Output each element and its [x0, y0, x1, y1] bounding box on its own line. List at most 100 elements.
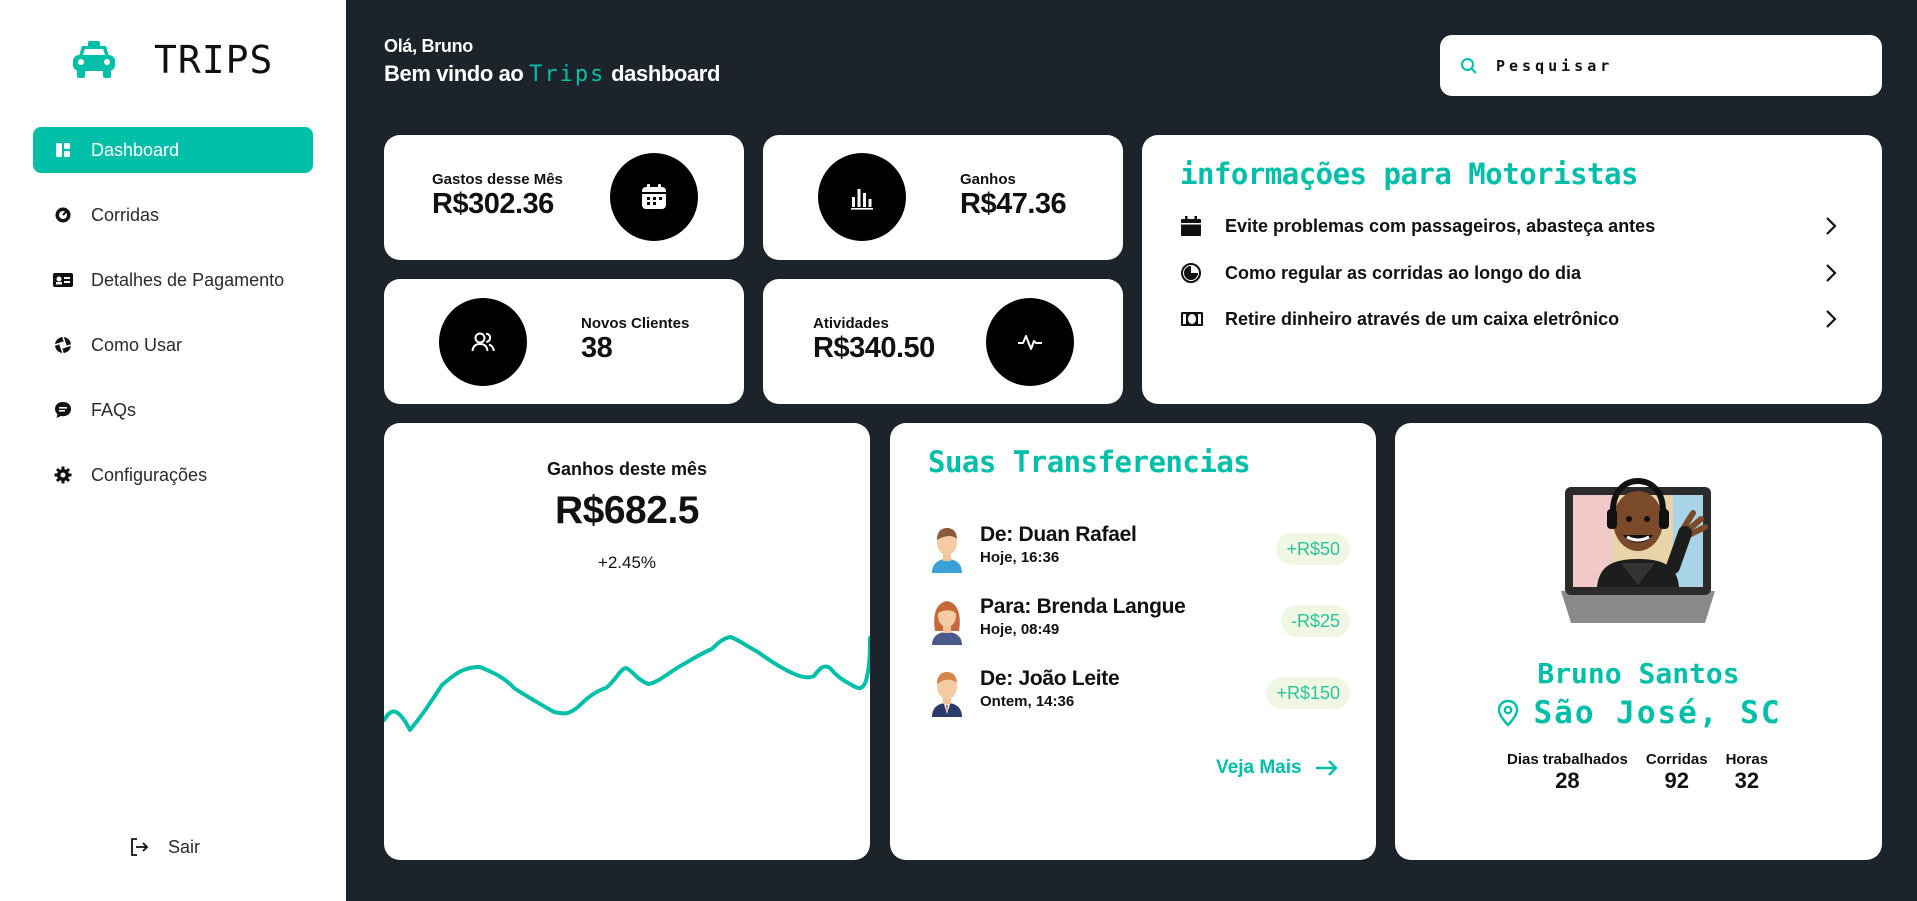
taxi-icon — [73, 41, 115, 78]
stat-label: Novos Clientes — [581, 315, 690, 332]
transfer-row[interactable]: De: Duan Rafael Hoje, 16:36 +R$50 — [926, 523, 1350, 573]
profile-stat: Dias trabalhados 28 — [1507, 751, 1628, 794]
sidebar-item-dashboard[interactable]: Dashboard — [33, 127, 313, 173]
stat-label: Gastos desse Mês — [432, 171, 563, 188]
brand[interactable]: TRIPS — [70, 38, 273, 82]
profile-stat-label: Dias trabalhados — [1507, 751, 1628, 768]
stat-value: R$47.36 — [960, 188, 1067, 220]
sidebar-item-label: Como Usar — [91, 334, 183, 355]
sidebar-item-faqs[interactable]: FAQs — [33, 387, 313, 433]
speedometer-icon — [53, 205, 73, 225]
welcome-suffix: dashboard — [611, 61, 720, 86]
greeting-welcome: Bem vindo ao Trips dashboard — [384, 61, 720, 87]
transfer-row[interactable]: Para: Brenda Langue Hoje, 08:49 -R$25 — [926, 595, 1350, 645]
greeting: Olá, Bruno Bem vindo ao Trips dashboard — [384, 36, 720, 87]
stat-text: Atividades R$340.50 — [813, 315, 935, 365]
sidebar-nav: Dashboard Corridas Detalhes de Pagamento… — [33, 127, 313, 517]
transfer-amount: +R$50 — [1276, 533, 1350, 565]
chevron-right-icon — [1826, 264, 1837, 282]
transfer-row[interactable]: De: João Leite Ontem, 14:36 +R$150 — [926, 667, 1350, 717]
info-item[interactable]: Evite problemas com passageiros, abasteç… — [1180, 211, 1840, 241]
profile-card: Bruno Santos São José, SC Dias trabalhad… — [1395, 423, 1882, 860]
greeting-hello: Olá, Bruno — [384, 36, 474, 56]
transfer-amount: -R$25 — [1280, 605, 1350, 637]
profile-stat: Corridas 92 — [1646, 751, 1708, 794]
search-icon — [1461, 57, 1477, 74]
id-card-icon — [53, 270, 73, 290]
earnings-change: +2.45% — [597, 553, 657, 572]
transfer-amount: +R$150 — [1266, 677, 1350, 709]
activity-icon — [1018, 335, 1042, 350]
info-item-text: Evite problemas com passageiros, abasteç… — [1225, 215, 1656, 236]
transfer-name: Para: Brenda Langue — [980, 595, 1186, 618]
transfer-name: De: Duan Rafael — [980, 523, 1137, 546]
transfer-time: Hoje, 08:49 — [980, 621, 1060, 638]
info-item[interactable]: Como regular as corridas ao longo do dia — [1180, 258, 1840, 288]
aperture-icon — [53, 335, 73, 355]
activity-circle — [986, 298, 1074, 386]
arrow-right-icon — [1315, 760, 1338, 776]
info-item-text: Como regular as corridas ao longo do dia — [1225, 262, 1582, 283]
stat-card-ganhos: Ganhos R$47.36 — [763, 135, 1123, 260]
avatar — [932, 601, 962, 645]
driver-info-title: informações para Motoristas — [1180, 157, 1638, 191]
profile-stat: Horas 32 — [1726, 751, 1769, 794]
stat-label: Atividades — [813, 315, 889, 332]
stat-text: Novos Clientes 38 — [581, 315, 689, 365]
info-item-text: Retire dinheiro através de um caixa elet… — [1225, 308, 1620, 329]
stat-label: Ganhos — [960, 171, 1016, 188]
transfer-time: Ontem, 14:36 — [980, 693, 1075, 710]
earnings-title: Ganhos deste mês — [546, 459, 708, 479]
avatar — [932, 672, 962, 717]
search-bar[interactable] — [1440, 35, 1882, 96]
calendar-icon — [1180, 214, 1204, 238]
transfers-card: Suas Transferencias De: Duan Rafael Hoje… — [890, 423, 1376, 860]
earnings-sparkline-line — [384, 635, 870, 732]
stat-text: Ganhos R$47.36 — [960, 171, 1067, 221]
earnings-card: Ganhos deste mês R$682.5 +2.45% — [384, 423, 870, 860]
sidebar-item-detalhes-pagamento[interactable]: Detalhes de Pagamento — [33, 257, 313, 303]
sidebar-item-label: Detalhes de Pagamento — [91, 269, 285, 290]
stat-card-atividades: Atividades R$340.50 — [763, 279, 1123, 404]
users-icon — [471, 332, 495, 352]
profile-stat-value: 92 — [1664, 768, 1689, 793]
search-input[interactable] — [1496, 56, 1856, 75]
welcome-prefix: Bem vindo ao — [384, 61, 524, 86]
sidebar-item-configuracoes[interactable]: Configurações — [33, 452, 313, 498]
sidebar-item-label: Configurações — [91, 464, 208, 485]
info-item[interactable]: Retire dinheiro através de um caixa elet… — [1180, 304, 1840, 334]
users-circle — [439, 298, 527, 386]
sidebar-item-como-usar[interactable]: Como Usar — [33, 322, 313, 368]
profile-stat-value: 28 — [1555, 768, 1580, 793]
location-pin-icon — [1497, 699, 1518, 727]
welcome-accent: Trips — [529, 62, 606, 87]
bar-chart-circle — [818, 153, 906, 241]
logout-label: Sair — [168, 836, 201, 857]
dashboard-icon — [53, 140, 73, 160]
stat-card-gastos: Gastos desse Mês R$302.36 — [384, 135, 744, 260]
earnings-amount: R$682.5 — [555, 489, 699, 532]
sidebar: TRIPS Dashboard Corridas Detalhes de Pag… — [0, 0, 346, 901]
logout-icon — [131, 838, 149, 856]
clock-icon — [1180, 261, 1204, 285]
brand-name: TRIPS — [154, 38, 274, 82]
transfers-title: Suas Transferencias — [928, 445, 1251, 479]
transfer-name: De: João Leite — [980, 667, 1120, 690]
driver-info-card: informações para Motoristas Evite proble… — [1142, 135, 1882, 404]
gear-icon — [53, 465, 73, 485]
sidebar-item-corridas[interactable]: Corridas — [33, 192, 313, 238]
profile-stat-value: 32 — [1734, 768, 1760, 793]
profile-stat-label: Corridas — [1645, 751, 1708, 768]
bar-chart-icon — [851, 189, 873, 210]
logout-button[interactable]: Sair — [128, 836, 200, 858]
see-more-label: Veja Mais — [1216, 757, 1302, 778]
profile-location: São José, SC — [1395, 695, 1882, 731]
stat-value: R$302.36 — [432, 188, 554, 220]
stat-text: Gastos desse Mês R$302.36 — [432, 171, 563, 221]
money-icon — [1180, 307, 1204, 331]
chevron-right-icon — [1826, 217, 1837, 235]
see-more-link[interactable]: Veja Mais — [1216, 757, 1340, 779]
stat-card-novos-clientes: Novos Clientes 38 — [384, 279, 744, 404]
calendar-icon — [642, 184, 666, 209]
profile-stats: Dias trabalhados 28 Corridas 92 Horas 32 — [1507, 751, 1768, 794]
